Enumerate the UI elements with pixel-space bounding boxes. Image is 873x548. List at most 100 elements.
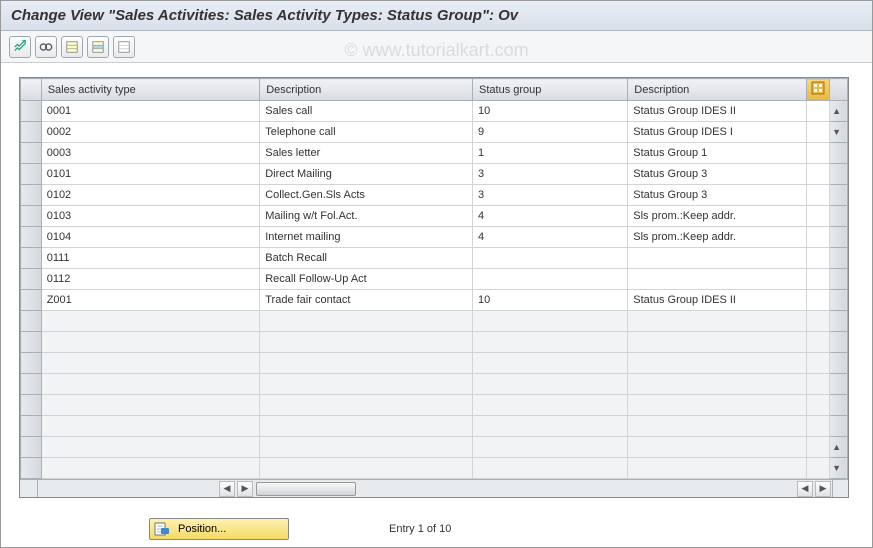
cell-type[interactable] [41, 416, 260, 437]
cell-type[interactable] [41, 458, 260, 479]
vscroll-cell[interactable] [829, 227, 847, 248]
cell-desc[interactable]: Recall Follow-Up Act [260, 269, 473, 290]
cell-desc2[interactable] [628, 437, 806, 458]
cell-type[interactable]: 0112 [41, 269, 260, 290]
cell-status-group[interactable] [473, 311, 628, 332]
cell-type[interactable] [41, 353, 260, 374]
cell-type[interactable]: 0003 [41, 143, 260, 164]
cell-status-group[interactable] [473, 416, 628, 437]
cell-desc[interactable] [260, 458, 473, 479]
cell-desc2[interactable]: Status Group IDES II [628, 290, 806, 311]
cell-desc2[interactable]: Sls prom.:Keep addr. [628, 227, 806, 248]
cell-type[interactable]: 0102 [41, 185, 260, 206]
vscroll-cell[interactable] [829, 353, 847, 374]
cell-desc2[interactable] [628, 332, 806, 353]
position-button[interactable]: Position... [149, 518, 289, 540]
row-selector[interactable] [21, 164, 42, 185]
change-button[interactable] [9, 36, 31, 58]
cell-desc2[interactable]: Status Group IDES II [628, 101, 806, 122]
vscroll-cell[interactable] [829, 290, 847, 311]
cell-desc2[interactable]: Status Group 3 [628, 164, 806, 185]
hscroll-thumb[interactable] [256, 482, 356, 496]
column-header-desc2[interactable]: Description [628, 79, 806, 101]
cell-desc[interactable] [260, 311, 473, 332]
row-selector[interactable] [21, 269, 42, 290]
cell-desc[interactable]: Batch Recall [260, 248, 473, 269]
row-selector[interactable] [21, 332, 42, 353]
cell-desc[interactable]: Trade fair contact [260, 290, 473, 311]
vscroll-cell[interactable]: ▲ [829, 437, 847, 458]
cell-status-group[interactable]: 3 [473, 185, 628, 206]
cell-desc[interactable]: Direct Mailing [260, 164, 473, 185]
cell-desc2[interactable] [628, 353, 806, 374]
cell-status-group[interactable] [473, 437, 628, 458]
cell-status-group[interactable]: 4 [473, 227, 628, 248]
cell-desc2[interactable] [628, 395, 806, 416]
hscroll-left2-icon[interactable]: ◀ [797, 481, 813, 497]
cell-desc2[interactable]: Status Group IDES I [628, 122, 806, 143]
vscroll-cell[interactable] [829, 395, 847, 416]
vscroll-cell[interactable] [829, 332, 847, 353]
cell-status-group[interactable] [473, 332, 628, 353]
cell-desc[interactable]: Sales letter [260, 143, 473, 164]
hscroll-left-icon[interactable]: ◀ [219, 481, 235, 497]
vscroll-cell[interactable]: ▼ [829, 122, 847, 143]
cell-type[interactable]: 0101 [41, 164, 260, 185]
cell-type[interactable] [41, 332, 260, 353]
cell-desc[interactable]: Internet mailing [260, 227, 473, 248]
cell-type[interactable]: 0111 [41, 248, 260, 269]
vscroll-cell[interactable] [829, 248, 847, 269]
vscroll-up2-icon[interactable]: ▲ [830, 440, 844, 454]
table-settings-button[interactable] [806, 79, 829, 101]
cell-desc2[interactable]: Sls prom.:Keep addr. [628, 206, 806, 227]
row-selector[interactable] [21, 437, 42, 458]
row-selector[interactable] [21, 143, 42, 164]
vscroll-cell[interactable] [829, 416, 847, 437]
cell-desc2[interactable] [628, 269, 806, 290]
cell-desc2[interactable]: Status Group 1 [628, 143, 806, 164]
cell-desc2[interactable] [628, 248, 806, 269]
cell-type[interactable]: 0104 [41, 227, 260, 248]
row-selector[interactable] [21, 227, 42, 248]
cell-status-group[interactable]: 10 [473, 290, 628, 311]
cell-desc[interactable] [260, 353, 473, 374]
cell-desc2[interactable] [628, 311, 806, 332]
row-selector[interactable] [21, 458, 42, 479]
row-selector[interactable] [21, 122, 42, 143]
horizontal-scrollbar[interactable]: ◀ ▶ ◀ ▶ [20, 479, 848, 497]
cell-desc2[interactable] [628, 458, 806, 479]
row-selector[interactable] [21, 248, 42, 269]
row-selector[interactable] [21, 185, 42, 206]
cell-type[interactable] [41, 395, 260, 416]
vscroll-cell[interactable] [829, 269, 847, 290]
vscroll-down2-icon[interactable]: ▼ [830, 461, 844, 475]
column-header-desc[interactable]: Description [260, 79, 473, 101]
row-selector[interactable] [21, 206, 42, 227]
cell-status-group[interactable]: 3 [473, 164, 628, 185]
hscroll-right-icon[interactable]: ▶ [237, 481, 253, 497]
vscroll-cell[interactable] [829, 206, 847, 227]
cell-status-group[interactable]: 9 [473, 122, 628, 143]
cell-status-group[interactable] [473, 458, 628, 479]
cell-status-group[interactable]: 10 [473, 101, 628, 122]
cell-desc[interactable] [260, 437, 473, 458]
vscroll-up-icon[interactable]: ▲ [830, 104, 844, 118]
cell-desc2[interactable] [628, 374, 806, 395]
cell-type[interactable] [41, 311, 260, 332]
cell-status-group[interactable]: 4 [473, 206, 628, 227]
vscroll-cell[interactable]: ▲ [829, 101, 847, 122]
vscroll-cell[interactable] [829, 311, 847, 332]
cell-type[interactable] [41, 374, 260, 395]
vscroll-down-icon[interactable]: ▼ [830, 125, 844, 139]
cell-type[interactable]: 0103 [41, 206, 260, 227]
cell-desc[interactable]: Sales call [260, 101, 473, 122]
cell-status-group[interactable] [473, 395, 628, 416]
vscroll-cell[interactable] [829, 374, 847, 395]
vscroll-cell[interactable] [829, 143, 847, 164]
cell-desc[interactable] [260, 332, 473, 353]
cell-status-group[interactable] [473, 248, 628, 269]
row-selector[interactable] [21, 290, 42, 311]
cell-desc2[interactable]: Status Group 3 [628, 185, 806, 206]
cell-desc[interactable] [260, 395, 473, 416]
select-block-button[interactable] [87, 36, 109, 58]
